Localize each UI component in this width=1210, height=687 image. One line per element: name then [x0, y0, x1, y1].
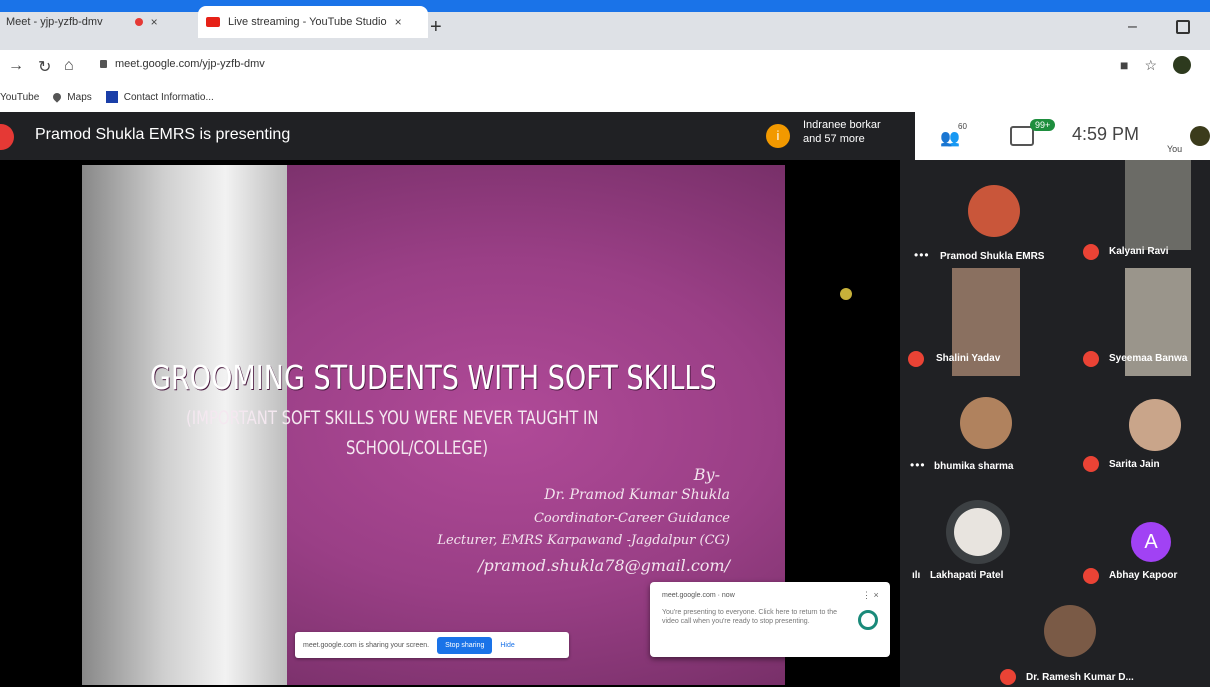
bookmark-label: Maps — [67, 91, 92, 103]
slide-author: Dr. Pramod Kumar Shukla — [544, 487, 730, 503]
muted-mic-icon — [1083, 456, 1099, 472]
participant-name: Shalini Yadav — [936, 353, 1001, 364]
screen-sharing-bar: meet.google.com is sharing your screen. … — [295, 632, 569, 658]
muted-mic-icon — [1083, 351, 1099, 367]
participant-tile[interactable]: ••• bhumika sharma — [908, 385, 1078, 485]
participant-name: Lakhapati Patel — [930, 570, 1004, 581]
participant-tile[interactable]: Dr. Ramesh Kumar D... — [988, 595, 1158, 687]
star-icon[interactable]: ☆ — [1144, 57, 1157, 74]
participant-name: Sarita Jain — [1109, 459, 1160, 470]
home-icon[interactable]: ⌂ — [64, 57, 74, 75]
joiners-notice: Indranee borkar and 57 more — [803, 118, 913, 146]
hide-button[interactable]: Hide — [500, 642, 514, 649]
tab-close-icon[interactable]: × — [151, 15, 158, 29]
maximize-icon[interactable] — [1176, 20, 1190, 34]
participant-name: Syeemaa Banwa — [1109, 353, 1188, 364]
maps-pin-icon — [51, 91, 63, 103]
slide-by: By- — [693, 465, 720, 484]
joiners-line1: Indranee borkar — [803, 119, 881, 131]
participant-tile[interactable]: ılı Lakhapati Patel — [908, 490, 1078, 590]
participant-avatar — [968, 185, 1020, 237]
forward-icon[interactable]: → — [8, 57, 24, 75]
bookmark-maps[interactable]: Maps — [51, 91, 92, 103]
participant-video — [1125, 160, 1191, 250]
chrome-logo-icon — [858, 610, 878, 630]
participant-avatar — [960, 397, 1012, 449]
people-count: 60 — [958, 122, 967, 131]
recording-dot-icon — [134, 18, 143, 26]
address-input[interactable]: meet.google.com/yjp-yzfb-dmv — [100, 58, 265, 70]
url-text: meet.google.com/yjp-yzfb-dmv — [115, 58, 265, 70]
clock: 4:59 PM — [1072, 124, 1140, 144]
participant-avatar — [954, 508, 1002, 556]
lock-icon — [100, 60, 107, 68]
profile-avatar[interactable] — [1173, 56, 1192, 74]
people-icon[interactable]: 👥 — [940, 128, 960, 148]
participant-name: Dr. Ramesh Kumar D... — [1026, 672, 1134, 683]
camera-icon[interactable]: ■ — [1120, 57, 1128, 73]
slide-title: GROOMING STUDENTS WITH SOFT SKILLS — [150, 358, 717, 397]
chat-badge: 99+ — [1030, 119, 1056, 131]
cursor-highlight-icon — [840, 288, 852, 300]
more-options-icon[interactable]: ••• — [914, 248, 930, 262]
participant-grid: ••• Pramod Shukla EMRS Kalyani Ravi Shal… — [900, 160, 1210, 687]
participant-name: Abhay Kapoor — [1109, 570, 1178, 581]
stop-sharing-button[interactable]: Stop sharing — [437, 636, 493, 654]
participant-tile[interactable]: Shalini Yadav — [908, 268, 1078, 378]
close-icon[interactable]: ⋮ × — [862, 590, 879, 601]
youtube-icon — [206, 17, 220, 27]
notification-body: You're presenting to everyone. Click her… — [662, 609, 838, 625]
tab-meet[interactable]: Meet - yjp-yzfb-dmv × — [0, 6, 201, 38]
bookmark-contact[interactable]: Contact Informatio... — [105, 91, 214, 103]
participant-tile[interactable]: A Abhay Kapoor — [1075, 490, 1210, 590]
tab-meet-label: Meet - yjp-yzfb-dmv — [6, 16, 103, 28]
slide-institution: Lecturer, EMRS Karpawand -Jagdalpur (CG) — [437, 533, 730, 548]
address-bar-actions: ■ ☆ — [1120, 56, 1192, 74]
participant-tile[interactable]: Syeemaa Banwa — [1075, 268, 1210, 378]
self-avatar[interactable] — [1190, 126, 1210, 146]
participant-tile[interactable]: ••• Pramod Shukla EMRS — [908, 170, 1078, 270]
muted-mic-icon — [1083, 568, 1099, 584]
tab-youtube-label: Live streaming - YouTube Studio — [228, 16, 387, 28]
you-label: You — [1167, 144, 1183, 154]
participant-tile[interactable]: Sarita Jain — [1075, 385, 1210, 485]
more-options-icon[interactable]: ••• — [910, 458, 926, 472]
sharing-text: meet.google.com is sharing your screen. — [303, 641, 430, 649]
slide-subtitle: SCHOOL/COLLEGE) — [346, 437, 489, 459]
slide-subtitle: (IMPORTANT SOFT SKILLS YOU WERE NEVER TA… — [186, 407, 599, 429]
participant-avatar — [1044, 605, 1096, 657]
chat-icon[interactable] — [1010, 126, 1034, 146]
tab-youtube-studio[interactable]: Live streaming - YouTube Studio × — [198, 6, 428, 38]
slide-role: Coordinator-Career Guidance — [533, 511, 730, 526]
speaking-icon: ılı — [912, 570, 921, 581]
slide-email: /pramod.shukla78@gmail.com/ — [478, 556, 730, 575]
bookmark-label: YouTube — [0, 91, 40, 103]
participant-avatar — [1129, 399, 1181, 451]
muted-mic-icon — [1000, 669, 1016, 685]
participant-name: Pramod Shukla EMRS — [940, 251, 1045, 262]
bookmark-youtube[interactable]: YouTube — [0, 92, 39, 103]
presenting-label: Pramod Shukla EMRS is presenting — [35, 126, 291, 143]
document-icon — [105, 91, 118, 103]
participant-tile[interactable]: Kalyani Ravi — [1075, 160, 1210, 270]
reload-icon[interactable]: ↻ — [38, 57, 51, 77]
notification-title: meet.google.com · now — [662, 592, 735, 599]
participant-name: bhumika sharma — [934, 461, 1014, 472]
minimize-icon[interactable]: – — [1128, 18, 1137, 36]
new-tab-button[interactable]: + — [430, 16, 442, 39]
muted-mic-icon — [1083, 244, 1099, 260]
joiner-avatar: i — [766, 124, 790, 148]
bookmarks-bar: YouTube Maps Contact Informatio... — [0, 82, 1210, 113]
tab-close-icon[interactable]: × — [395, 15, 402, 29]
muted-mic-icon — [908, 351, 924, 367]
participant-avatar: A — [1131, 522, 1171, 562]
joiners-line2: and 57 more — [803, 133, 865, 145]
bookmark-label: Contact Informatio... — [123, 91, 214, 103]
participant-name: Kalyani Ravi — [1109, 246, 1169, 257]
